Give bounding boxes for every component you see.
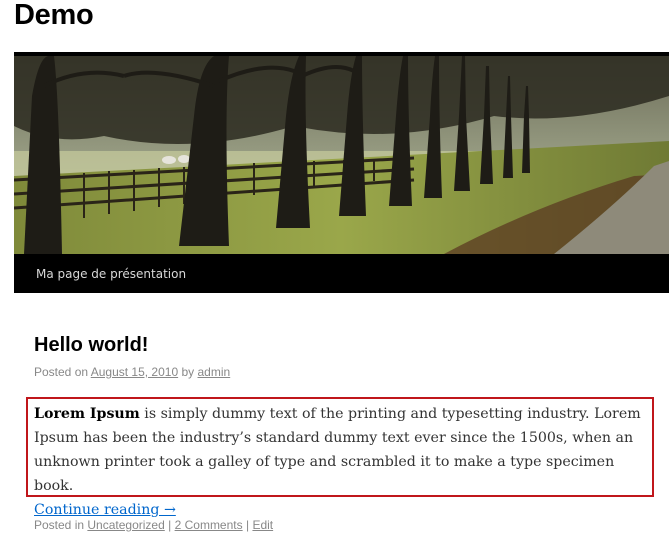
- edit-link[interactable]: Edit: [252, 518, 273, 532]
- site-title[interactable]: Demo: [14, 0, 94, 32]
- category-link[interactable]: Uncategorized: [87, 518, 164, 532]
- post-title[interactable]: Hello world!: [34, 334, 148, 357]
- post-date-link[interactable]: August 15, 2010: [91, 365, 178, 379]
- post-footer: Posted in Uncategorized | 2 Comments | E…: [34, 518, 273, 532]
- post-meta: Posted on August 15, 2010 by admin: [34, 365, 230, 379]
- by-label: by: [181, 365, 195, 379]
- post-excerpt: Lorem Ipsum is simply dummy text of the …: [26, 397, 654, 518]
- separator: |: [168, 518, 172, 532]
- posted-in-label: Posted in: [34, 518, 85, 532]
- menu-item-presentation[interactable]: Ma page de présentation: [36, 267, 186, 281]
- excerpt-lead: Lorem Ipsum: [34, 406, 140, 422]
- header-photo: [14, 56, 669, 254]
- nav-menu: Ma page de présentation: [14, 254, 669, 293]
- author-link[interactable]: admin: [198, 365, 231, 379]
- continue-reading-link[interactable]: Continue reading →: [34, 502, 176, 518]
- header-image: [14, 52, 669, 254]
- posted-on-label: Posted on: [34, 365, 89, 379]
- separator: |: [245, 518, 250, 532]
- comments-link[interactable]: 2 Comments: [175, 518, 243, 532]
